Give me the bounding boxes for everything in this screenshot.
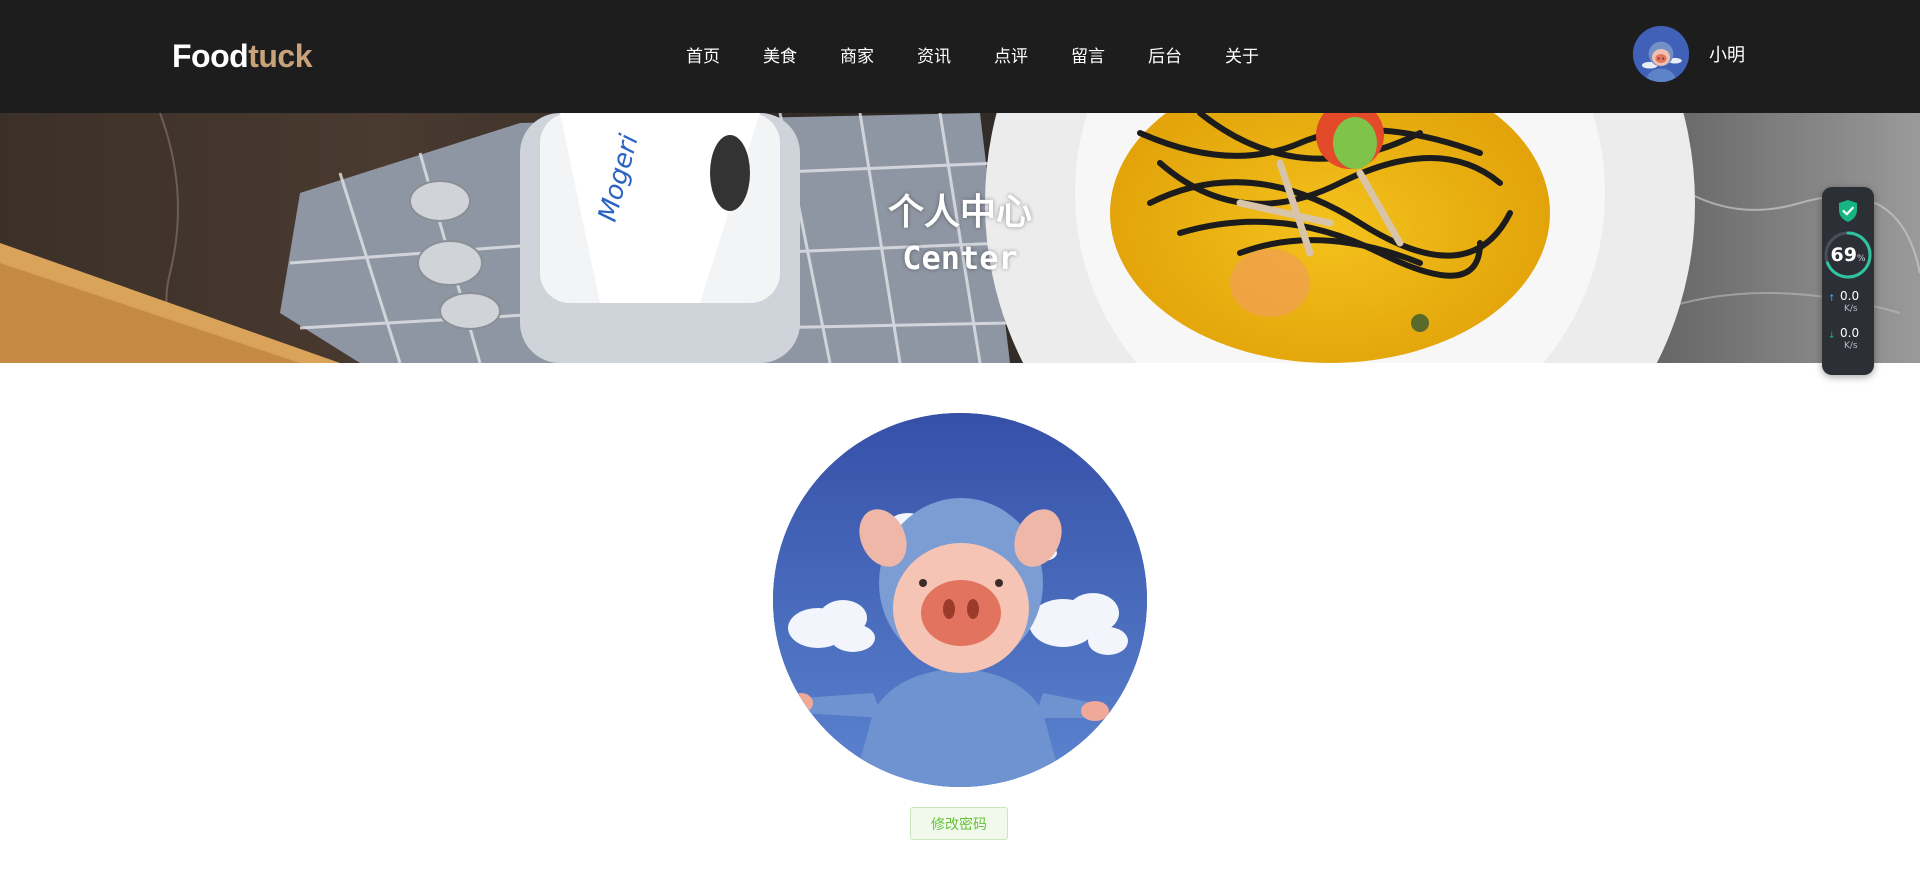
- shield-check-icon: [1839, 200, 1857, 222]
- page-banner: Mogeri 个人中心 Center: [0, 113, 1920, 363]
- nav-item-news[interactable]: 资讯: [917, 45, 951, 69]
- network-monitor-widget[interactable]: 69% ↑ 0.0 K/s ↓ 0.0 K/s: [1822, 187, 1874, 375]
- nav-item-home[interactable]: 首页: [686, 45, 720, 69]
- banner-subtitle: Center: [902, 239, 1018, 277]
- user-name[interactable]: 小明: [1709, 41, 1745, 67]
- pig-avatar-icon: [1633, 26, 1689, 82]
- avatar[interactable]: [1633, 26, 1689, 82]
- banner-food-photo: Mogeri: [0, 113, 1920, 363]
- nav-item-merchants[interactable]: 商家: [840, 45, 874, 69]
- download-unit: K/s: [1844, 341, 1858, 351]
- main-nav: 首页 美食 商家 资讯 点评 留言 后台 关于: [686, 0, 1302, 113]
- upload-unit: K/s: [1844, 304, 1858, 314]
- nav-item-messages[interactable]: 留言: [1071, 45, 1105, 69]
- usage-value: 69: [1830, 244, 1857, 266]
- upload-arrow-icon: ↑: [1828, 294, 1836, 304]
- download-arrow-icon: ↓: [1828, 331, 1836, 341]
- nav-item-about[interactable]: 关于: [1225, 45, 1259, 69]
- logo-text-food: Food: [172, 38, 249, 74]
- usage-unit: %: [1856, 254, 1866, 264]
- nav-item-admin[interactable]: 后台: [1148, 45, 1182, 69]
- nav-item-food[interactable]: 美食: [763, 45, 797, 69]
- usage-percent: 69%: [1824, 231, 1872, 283]
- profile-avatar[interactable]: [773, 413, 1147, 787]
- change-password-button[interactable]: 修改密码: [910, 807, 1008, 840]
- nav-item-reviews[interactable]: 点评: [994, 45, 1028, 69]
- user-menu[interactable]: 小明: [1633, 26, 1745, 82]
- logo-text-tuck: tuck: [248, 38, 312, 74]
- download-value: 0.0: [1840, 326, 1860, 340]
- site-logo[interactable]: Foodtuck: [172, 36, 312, 76]
- upload-value: 0.0: [1840, 289, 1860, 303]
- banner-title: 个人中心: [887, 192, 1032, 233]
- top-nav-bar: Foodtuck 首页 美食 商家 资讯 点评 留言 后台 关于 小明: [0, 0, 1920, 113]
- pig-avatar-icon: [773, 413, 1147, 787]
